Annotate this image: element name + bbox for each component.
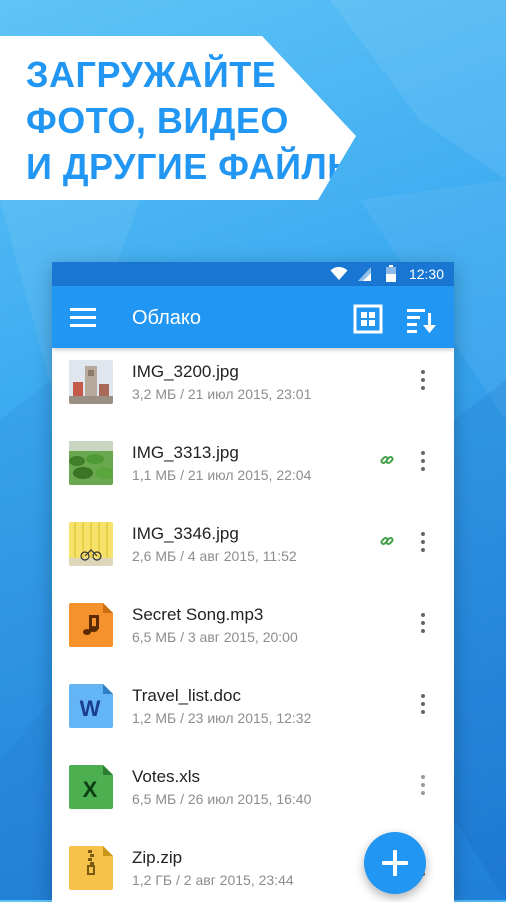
status-bar: 12:30 <box>52 262 454 286</box>
file-meta: 2,6 МБ / 4 авг 2015, 11:52 <box>132 548 297 564</box>
file-name: IMG_3346.jpg <box>132 524 239 543</box>
status-time: 12:30 <box>408 266 444 282</box>
shared-link-icon <box>380 536 394 546</box>
more-options-icon[interactable] <box>410 769 436 801</box>
file-meta: 1,2 ГБ / 2 авг 2015, 23:44 <box>132 872 294 888</box>
menu-icon[interactable] <box>66 303 102 333</box>
file-name: Secret Song.mp3 <box>132 605 264 624</box>
file-row[interactable]: IMG_3346.jpg 2,6 МБ / 4 авг 2015, 11:52 <box>52 510 454 590</box>
file-name: IMG_3200.jpg <box>132 362 239 381</box>
page-title: Облако <box>132 307 202 329</box>
sort-icon[interactable] <box>404 303 438 335</box>
phone-screen: 12:30 Облако IMG_3200.jpg 3,2 МБ / 21 ию… <box>52 262 454 902</box>
image-thumbnail <box>69 360 113 404</box>
word-document-icon: W <box>69 684 113 728</box>
excel-document-icon: X <box>69 765 113 809</box>
image-thumbnail <box>69 522 113 566</box>
file-meta: 1,2 МБ / 23 июл 2015, 12:32 <box>132 710 312 726</box>
file-meta: 6,5 МБ / 26 июл 2015, 16:40 <box>132 791 312 807</box>
file-name: IMG_3313.jpg <box>132 443 239 462</box>
file-name: Votes.xls <box>132 767 201 786</box>
svg-text:X: X <box>83 777 98 802</box>
file-name: Zip.zip <box>132 848 183 867</box>
grid-view-icon[interactable] <box>352 303 384 335</box>
more-options-icon[interactable] <box>410 364 436 396</box>
svg-text:W: W <box>80 696 101 721</box>
file-row[interactable]: Secret Song.mp3 6,5 МБ / 3 авг 2015, 20:… <box>52 591 454 671</box>
app-bar: Облако <box>52 286 454 348</box>
wifi-icon <box>330 267 348 280</box>
file-meta: 6,5 МБ / 3 авг 2015, 20:00 <box>132 629 298 645</box>
battery-icon <box>386 265 396 282</box>
file-row[interactable]: IMG_3313.jpg 1,1 МБ / 21 июл 2015, 22:04 <box>52 429 454 509</box>
zip-archive-icon <box>69 846 113 890</box>
more-options-icon[interactable] <box>410 607 436 639</box>
banner-line-1: ЗАГРУЖАЙТЕ <box>26 54 277 95</box>
more-options-icon[interactable] <box>410 445 436 477</box>
file-row[interactable]: X Votes.xls 6,5 МБ / 26 июл 2015, 16:40 <box>52 753 454 833</box>
shared-link-icon <box>380 455 394 465</box>
file-row[interactable]: W Travel_list.doc 1,2 МБ / 23 июл 2015, … <box>52 672 454 752</box>
add-file-button[interactable] <box>364 832 426 894</box>
file-name: Travel_list.doc <box>132 686 241 705</box>
image-thumbnail <box>69 441 113 485</box>
file-meta: 3,2 МБ / 21 июл 2015, 23:01 <box>132 386 312 402</box>
plus-icon-stroke <box>393 850 397 876</box>
signal-icon <box>358 267 371 281</box>
more-options-icon[interactable] <box>410 688 436 720</box>
banner-line-2: ФОТО, ВИДЕО <box>26 100 289 141</box>
banner-line-3: И ДРУГИЕ ФАЙЛЫ <box>26 146 363 187</box>
file-row[interactable]: IMG_3200.jpg 3,2 МБ / 21 июл 2015, 23:01 <box>52 348 454 428</box>
audio-file-icon <box>69 603 113 647</box>
more-options-icon[interactable] <box>410 526 436 558</box>
file-meta: 1,1 МБ / 21 июл 2015, 22:04 <box>132 467 312 483</box>
